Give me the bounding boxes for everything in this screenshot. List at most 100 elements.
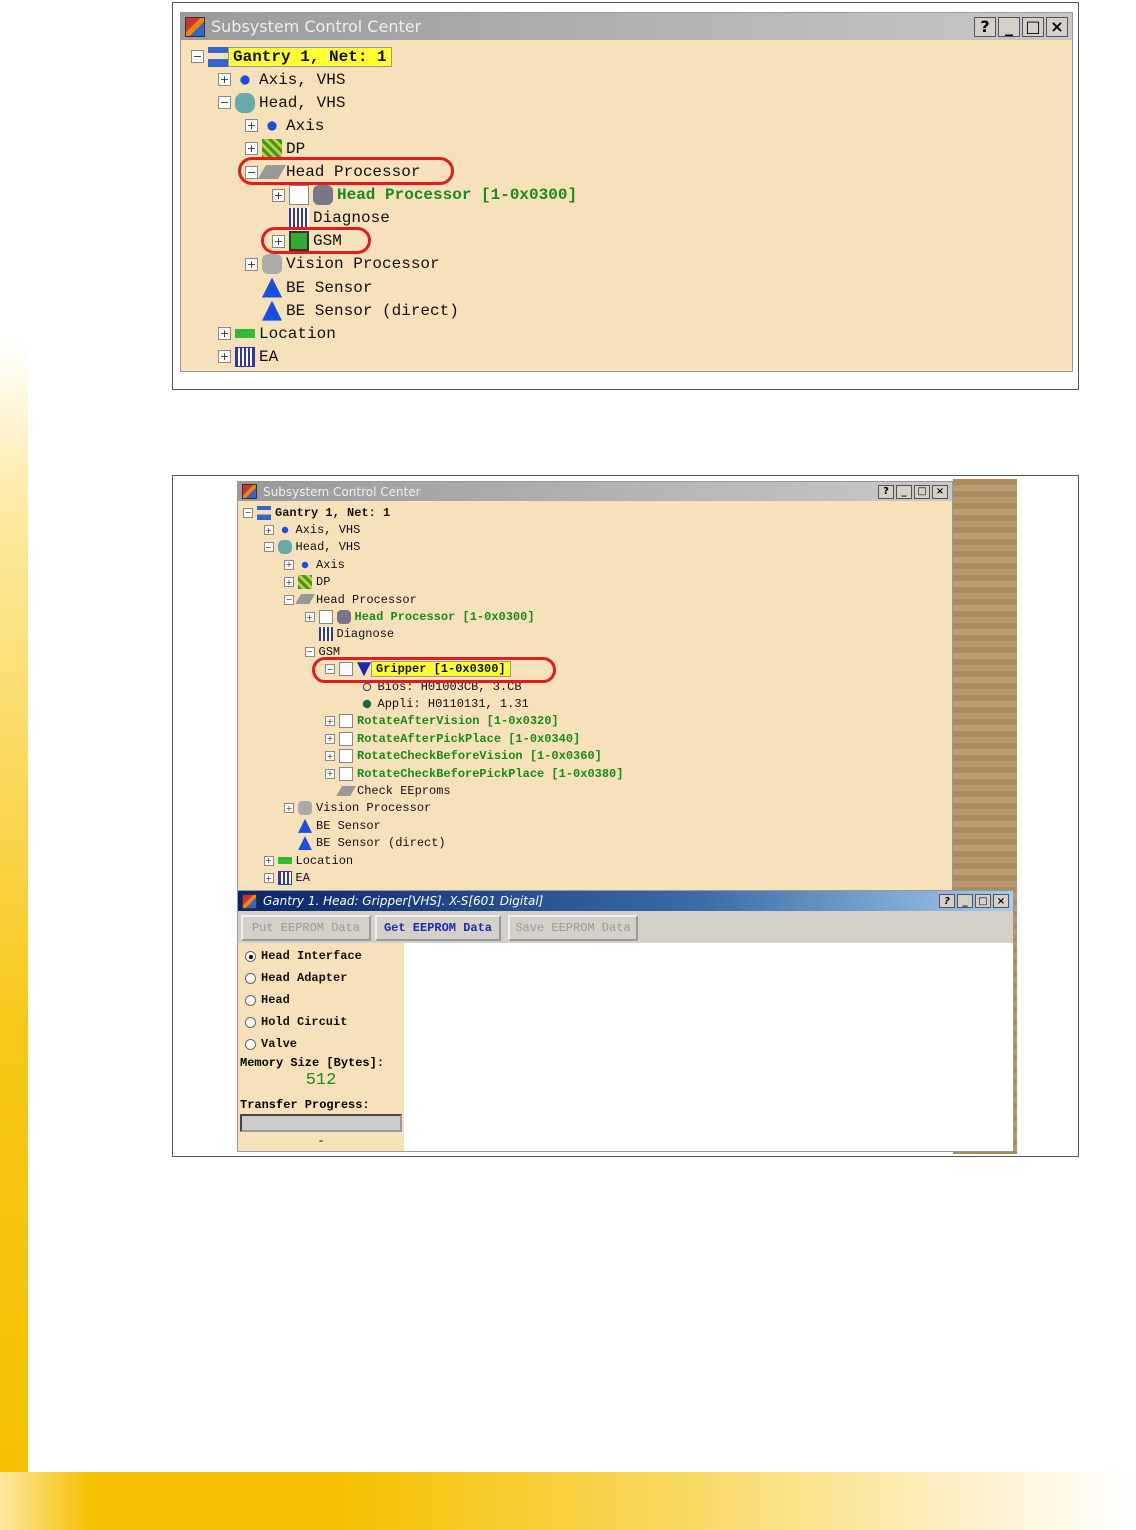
tree-item[interactable]: + Head Processor [1-0x0300]	[272, 184, 581, 207]
head-icon	[277, 540, 292, 555]
expand-icon[interactable]: +	[245, 257, 258, 271]
radio-option[interactable]: Valve	[245, 1037, 297, 1051]
tree-item[interactable]: + RotateAfterVision [1-0x0320]	[325, 713, 563, 730]
get-eeprom-data-button[interactable]: Get EEPROM Data	[375, 915, 501, 941]
camera-icon	[298, 801, 312, 816]
help-button[interactable]: ?	[878, 484, 894, 499]
tree-item[interactable]: BE Sensor (direct)	[245, 299, 463, 322]
expand-icon[interactable]: +	[245, 142, 258, 156]
expand-icon[interactable]: +	[272, 188, 285, 202]
tree-item[interactable]: Check EEproms	[325, 782, 455, 799]
radio-label: Valve	[261, 1037, 298, 1051]
tree-item[interactable]: + Location	[218, 322, 340, 345]
radio-button[interactable]	[245, 994, 256, 1006]
help-button[interactable]: ?	[974, 16, 996, 37]
radio-button[interactable]	[245, 1038, 256, 1050]
tree-item-label: Location	[295, 853, 354, 868]
tree-item[interactable]: + Axis	[284, 556, 349, 573]
put-eeprom-data-button[interactable]: Put EEPROM Data	[241, 915, 371, 941]
collapse-icon[interactable]: −	[304, 646, 315, 657]
location-icon	[277, 857, 292, 865]
tree-item[interactable]: + RotateCheckBeforePickPlace [1-0x0380]	[325, 765, 627, 782]
collapse-icon[interactable]: −	[284, 594, 294, 605]
expand-icon[interactable]: +	[325, 716, 335, 727]
expand-icon[interactable]: +	[218, 73, 231, 87]
checkbox[interactable]	[339, 766, 353, 781]
close-button[interactable]: ×	[993, 894, 1009, 908]
tree-item[interactable]: − Head Processor	[284, 591, 421, 608]
radio-option[interactable]: Hold Circuit	[245, 1015, 347, 1029]
close-button[interactable]: ×	[1046, 16, 1068, 37]
tree-item[interactable]: Appli: H0110131, 1.31	[346, 695, 533, 712]
expand-icon[interactable]: +	[284, 559, 294, 570]
expand-icon[interactable]: +	[218, 350, 231, 364]
maximize-button[interactable]: □	[1022, 16, 1044, 37]
tree-item[interactable]: + RotateAfterPickPlace [1-0x0340]	[325, 730, 584, 747]
tree-item[interactable]: + EA	[218, 345, 282, 368]
checkbox[interactable]	[339, 749, 353, 764]
radio-button[interactable]	[245, 950, 256, 962]
tree-item[interactable]: − Gantry 1, Net: 1	[191, 45, 392, 68]
app-icon	[185, 16, 205, 37]
minimize-button[interactable]: _	[957, 894, 973, 908]
radio-option[interactable]: Head Interface	[245, 949, 362, 963]
collapse-icon[interactable]: −	[243, 507, 253, 518]
expand-icon[interactable]: +	[263, 855, 274, 866]
maximize-button[interactable]: □	[914, 484, 930, 499]
tree-item[interactable]: + EA	[263, 869, 314, 886]
collapse-icon[interactable]: −	[218, 96, 231, 110]
memory-size-label: Memory Size [Bytes]:	[240, 1056, 385, 1070]
expand-icon[interactable]: +	[263, 525, 274, 536]
radio-button[interactable]	[245, 1016, 256, 1028]
expand-icon[interactable]: +	[245, 119, 258, 133]
tree-item[interactable]: + Axis	[245, 114, 328, 137]
collapse-icon[interactable]: −	[191, 50, 204, 64]
tree-item[interactable]: − Gantry 1, Net: 1	[243, 504, 394, 521]
radio-label: Head Adapter	[261, 971, 348, 985]
tree-item[interactable]: + Axis, VHS	[263, 521, 365, 538]
checkbox[interactable]	[318, 610, 333, 625]
tree-item[interactable]: + Vision Processor	[245, 253, 444, 276]
tree-item[interactable]: BE Sensor (direct)	[284, 835, 450, 852]
checkbox[interactable]	[339, 714, 353, 729]
tree-item[interactable]: BE Sensor	[245, 276, 376, 299]
tree-item[interactable]: + Location	[263, 852, 358, 869]
expand-icon[interactable]: +	[325, 768, 335, 779]
tree-item[interactable]: + RotateCheckBeforeVision [1-0x0360]	[325, 748, 606, 765]
subsystem-control-center-window: Subsystem Control Center ? _ □ × − Gantry…	[180, 12, 1073, 372]
diagnose-icon	[289, 208, 309, 229]
tree-item[interactable]: BE Sensor	[284, 817, 385, 834]
close-button[interactable]: ×	[932, 484, 948, 499]
memory-size-value: 512	[305, 1071, 337, 1090]
radio-option[interactable]: Head Adapter	[245, 971, 347, 985]
collapse-icon[interactable]: −	[263, 542, 274, 553]
radio-label: Hold Circuit	[261, 1015, 348, 1029]
tree-item-label: Axis, VHS	[259, 70, 346, 89]
tree-item[interactable]: + Axis, VHS	[218, 68, 349, 91]
tree-item-label: EA	[295, 871, 310, 886]
help-button[interactable]: ?	[939, 894, 955, 908]
tree-item[interactable]: Diagnose	[305, 626, 399, 643]
maximize-button[interactable]: □	[975, 894, 991, 908]
expand-icon[interactable]: +	[284, 577, 294, 588]
minimize-button[interactable]: _	[998, 16, 1020, 37]
radio-label: Head Interface	[261, 949, 362, 963]
expand-icon[interactable]: +	[263, 873, 274, 884]
minimize-button[interactable]: _	[896, 484, 912, 499]
tree-item[interactable]: + Vision Processor	[284, 800, 435, 817]
save-eeprom-data-button[interactable]: Save EEPROM Data	[508, 915, 638, 941]
tree-item[interactable]: − Head, VHS	[218, 91, 349, 114]
radio-option[interactable]: Head	[245, 993, 290, 1007]
radio-button[interactable]	[245, 972, 256, 984]
tree-item[interactable]: − Head, VHS	[263, 539, 365, 556]
checkbox[interactable]	[339, 731, 353, 746]
tree-item[interactable]: + Head Processor [1-0x0300]	[304, 608, 539, 625]
tree-item-label: Axis	[316, 557, 345, 572]
expand-icon[interactable]: +	[218, 327, 231, 341]
expand-icon[interactable]: +	[325, 733, 335, 744]
expand-icon[interactable]: +	[284, 803, 294, 814]
tree-item[interactable]: + DP	[284, 574, 334, 591]
expand-icon[interactable]: +	[325, 751, 335, 762]
checkbox[interactable]	[289, 185, 309, 206]
expand-icon[interactable]: +	[304, 612, 315, 623]
